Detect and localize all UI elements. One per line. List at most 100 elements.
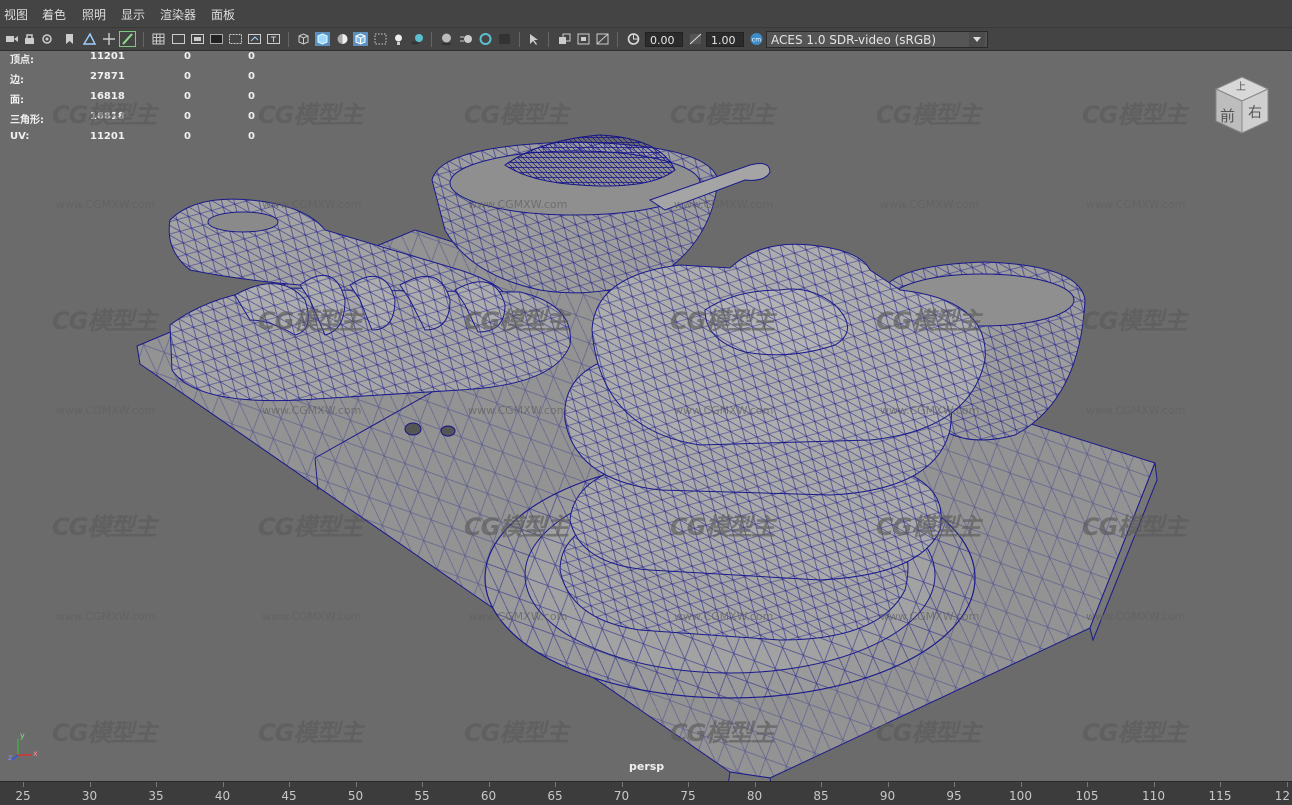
menu-lighting[interactable]: 照明	[82, 6, 106, 23]
watermark-logo: CG模型主	[464, 307, 569, 335]
ruler-tick-label: 65	[547, 789, 563, 803]
color-space-label: ACES 1.0 SDR-video (sRGB)	[771, 33, 937, 47]
ruler-tick-label: 100	[1009, 789, 1032, 803]
shadows-icon[interactable]	[410, 32, 425, 46]
lights-icon[interactable]	[391, 32, 406, 46]
camera-attributes-icon[interactable]	[40, 32, 55, 46]
bookmark-icon[interactable]	[62, 32, 77, 46]
menu-bar: 视图 着色 照明 显示 渲染器 面板	[0, 0, 1292, 28]
watermark-logo: CG模型主	[1082, 307, 1187, 335]
exposure-icon[interactable]	[626, 32, 641, 46]
viewcube-right-label[interactable]: 右	[1248, 102, 1262, 122]
gamma-field[interactable]: 1.00	[706, 32, 744, 47]
maximize-panel-icon[interactable]	[576, 32, 591, 46]
ruler-tick-label: 40	[214, 789, 231, 803]
watermark-logo: CG模型主	[1082, 719, 1187, 747]
ruler-tick-label: 55	[414, 789, 430, 803]
watermark-logo: CG模型主	[1082, 101, 1187, 129]
gamma-icon[interactable]	[688, 32, 703, 46]
motion-blur-icon[interactable]	[459, 32, 474, 46]
smooth-shade-icon[interactable]	[315, 32, 330, 46]
hud-label: 边:	[10, 75, 24, 86]
select-camera-icon[interactable]	[4, 32, 19, 46]
watermark-logo: CG模型主	[464, 513, 569, 541]
image-plane-icon[interactable]	[82, 32, 97, 46]
ruler-tick-label: 30	[81, 789, 98, 803]
ruler-tick-label: 115	[1208, 789, 1232, 803]
svg-text:cm: cm	[752, 37, 761, 44]
2d-pan-zoom-icon[interactable]	[102, 32, 117, 46]
depth-of-field-icon[interactable]	[497, 32, 512, 46]
watermark-logo: CG模型主	[258, 101, 363, 129]
ruler-tick-label: 80	[746, 789, 763, 803]
screen-space-ao-icon[interactable]	[439, 32, 454, 46]
ruler-tick-label: 50	[347, 789, 364, 803]
safe-action-icon[interactable]	[247, 32, 262, 46]
watermark-logo: CG模型主	[670, 513, 775, 541]
watermark-url: www.CGMXW.com	[674, 404, 774, 417]
hud-value: 0	[248, 131, 255, 142]
seed-mesh	[404, 422, 422, 436]
viewcube-front-label[interactable]: 前	[1220, 105, 1235, 126]
seed-mesh	[440, 425, 456, 437]
view-cube[interactable]: 上 前 右	[1212, 75, 1272, 135]
menu-panels[interactable]: 面板	[211, 6, 235, 23]
ruler-mark	[555, 782, 556, 787]
panel-toolbar: 0.00 1.00 cm ACES 1.0 SDR-video (sRGB)	[0, 28, 1292, 51]
grid-icon[interactable]	[151, 32, 166, 46]
exposure-field[interactable]: 0.00	[645, 32, 683, 47]
ruler-mark	[688, 782, 689, 787]
watermark-url: www.CGMXW.com	[56, 198, 156, 211]
time-slider[interactable]: 25 30 35 40 45 50 55 60 65 70 75 80 85 90 95 100 105 110 1…	[0, 781, 1292, 805]
color-space-dropdown[interactable]: ACES 1.0 SDR-video (sRGB)	[766, 31, 988, 48]
ruler-tick-label: 105	[1075, 789, 1099, 803]
watermark-logo: CG模型主	[52, 513, 157, 541]
menu-view[interactable]: 视图	[4, 6, 28, 23]
menu-show[interactable]: 显示	[121, 6, 145, 23]
safe-title-icon[interactable]	[266, 32, 281, 46]
ruler-mark	[1020, 782, 1022, 787]
ruler-tick-label: 85	[813, 789, 829, 803]
ruler-tick-label: 60	[480, 789, 497, 803]
hud-row-edges: 边: 27871 0 0	[10, 71, 270, 91]
grease-pencil-icon[interactable]	[119, 31, 136, 47]
watermark-logo: CG模型主	[464, 101, 569, 129]
watermark-url: www.CGMXW.com	[1086, 198, 1186, 211]
default-material-icon[interactable]	[335, 32, 350, 46]
menu-shading[interactable]: 着色	[42, 6, 66, 23]
field-chart-icon[interactable]	[228, 32, 243, 46]
3d-viewport[interactable]: 顶点: 11201 0 0 边: 27871 0 0 面: 16818 0 0 …	[0, 51, 1292, 781]
hud-toggle-icon[interactable]	[557, 32, 572, 46]
watermark-url: www.CGMXW.com	[468, 404, 568, 417]
axis-y-label: y	[20, 731, 25, 740]
watermark-logo: CG模型主	[670, 307, 775, 335]
watermark-url: www.CGMXW.com	[262, 610, 362, 623]
watermark-logo: CG模型主	[258, 513, 363, 541]
gate-mask-icon[interactable]	[209, 32, 224, 46]
watermark-logo: CG模型主	[1082, 513, 1187, 541]
lock-camera-icon[interactable]	[22, 32, 37, 46]
hud-value: 11201	[90, 131, 125, 142]
ruler-tick-label: 90	[879, 789, 896, 803]
hud-label: 三角形:	[10, 115, 44, 126]
panel-layout-icon[interactable]	[595, 32, 610, 46]
watermark-logo: CG模型主	[670, 719, 775, 747]
wireframe-icon[interactable]	[296, 32, 311, 46]
wireframe-on-shaded-icon[interactable]	[353, 32, 368, 46]
color-management-icon[interactable]: cm	[749, 32, 764, 46]
ruler-tick-label: 110	[1142, 789, 1165, 803]
watermark-url: www.CGMXW.com	[56, 404, 156, 417]
watermark-logo: CG模型主	[876, 719, 981, 747]
viewcube-top-label[interactable]: 上	[1236, 78, 1246, 93]
xray-icon[interactable]	[373, 32, 388, 46]
anti-aliasing-icon[interactable]	[478, 32, 493, 46]
isolate-select-icon[interactable]	[527, 32, 542, 46]
watermark-url: www.CGMXW.com	[56, 610, 156, 623]
resolution-gate-icon[interactable]	[190, 32, 205, 46]
ruler-mark	[887, 782, 889, 787]
hud-value: 0	[184, 111, 191, 122]
film-gate-icon[interactable]	[171, 32, 186, 46]
watermark-logo: CG模型主	[670, 101, 775, 129]
menu-renderer[interactable]: 渲染器	[160, 6, 196, 23]
ruler-mark	[222, 782, 224, 787]
